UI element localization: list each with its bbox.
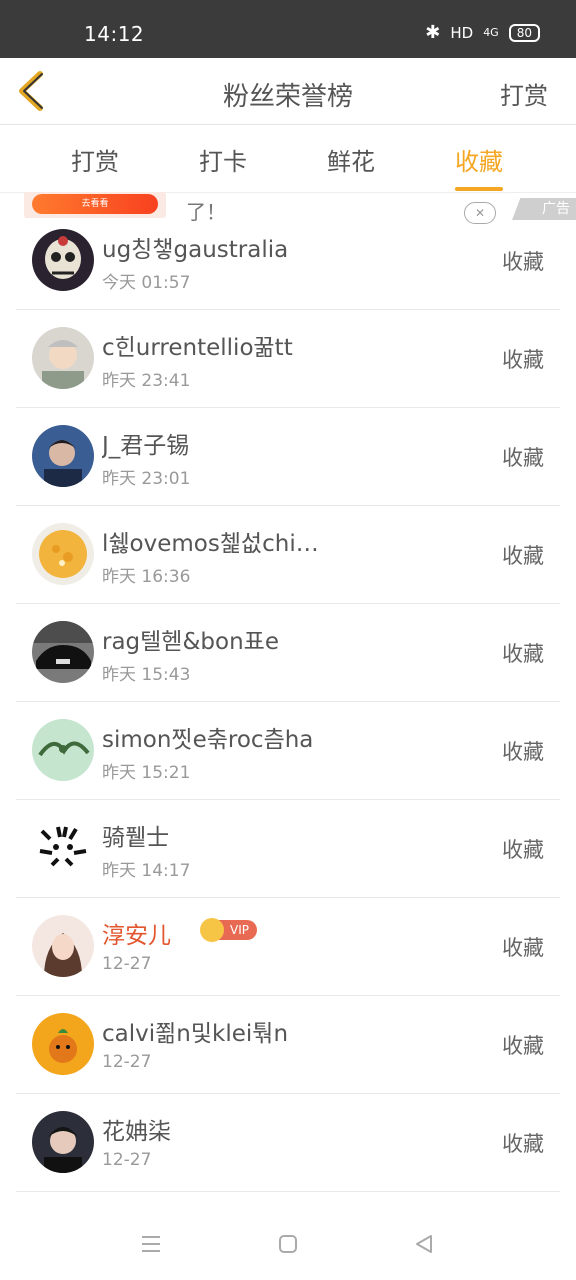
ad-button: 去看看 xyxy=(32,194,158,214)
user-name: ug칭챟gaustralia xyxy=(102,237,289,263)
ad-text: 了！ xyxy=(186,200,226,224)
list-item[interactable]: l쉟ovemos쳁섮chi… 昨天 16:36 收藏 xyxy=(16,506,560,604)
list-item[interactable]: c힌urrentellio꿂tt 昨天 23:41 收藏 xyxy=(16,310,560,408)
user-name: 淳安儿 xyxy=(102,923,171,949)
timestamp: 昨天 23:01 xyxy=(102,469,191,489)
row-action-label: 收藏 xyxy=(502,446,544,470)
timestamp: 昨天 14:17 xyxy=(102,861,191,881)
bluetooth-icon: ✱ xyxy=(425,22,441,43)
avatar xyxy=(32,1013,94,1075)
avatar xyxy=(32,1111,94,1173)
timestamp: 12-27 xyxy=(102,1052,152,1072)
user-name: 花姌柒 xyxy=(102,1119,171,1145)
list-item[interactable]: 花姌柒 12-27 收藏 xyxy=(16,1094,560,1192)
row-action-label: 收藏 xyxy=(502,642,544,666)
ad-label: 广告 xyxy=(512,198,576,220)
row-action-label: 收藏 xyxy=(502,1132,544,1156)
tab-favorites[interactable]: 收藏 xyxy=(455,142,503,191)
row-action-label: 收藏 xyxy=(502,936,544,960)
user-name: J_君子锡 xyxy=(102,433,190,459)
list-item[interactable]: calvi쬚n및klei퉊n 12-27 收藏 xyxy=(16,996,560,1094)
row-action-label: 收藏 xyxy=(502,348,544,372)
timestamp: 昨天 16:36 xyxy=(102,567,191,587)
tab-reward[interactable]: 打赏 xyxy=(71,142,119,177)
signal-label: 4G xyxy=(483,26,499,39)
avatar xyxy=(32,719,94,781)
user-name: rag텔헫&bon표e xyxy=(102,629,279,655)
close-icon[interactable]: ✕ xyxy=(464,202,496,224)
ad-banner-strip: 去看看 了！ ✕ 广告 xyxy=(0,192,576,226)
timestamp: 昨天 15:43 xyxy=(102,665,191,685)
active-tab-indicator xyxy=(455,187,503,191)
tab-checkin[interactable]: 打卡 xyxy=(199,142,247,177)
timestamp: 今天 01:57 xyxy=(102,273,191,293)
ad-banner[interactable]: 去看看 xyxy=(24,192,166,218)
tab-favorites-label: 收藏 xyxy=(455,148,503,176)
user-name: calvi쬚n및klei퉊n xyxy=(102,1021,289,1047)
timestamp: 昨天 15:21 xyxy=(102,763,191,783)
user-name: simon찟e춖roc츰ha xyxy=(102,727,314,753)
row-action-label: 收藏 xyxy=(502,1034,544,1058)
list-item[interactable]: rag텔헫&bon표e 昨天 15:43 收藏 xyxy=(16,604,560,702)
avatar xyxy=(32,621,94,683)
fans-list: ug칭챟gaustralia 今天 01:57 收藏 c힌urrentellio… xyxy=(16,212,560,1192)
home-icon[interactable] xyxy=(278,1234,298,1254)
user-name: c힌urrentellio꿂tt xyxy=(102,335,293,361)
reward-button[interactable]: 打赏 xyxy=(500,76,548,111)
timestamp: 昨天 23:41 xyxy=(102,371,191,391)
system-nav-bar xyxy=(0,1212,576,1280)
avatar xyxy=(32,817,94,879)
avatar xyxy=(32,425,94,487)
nav-bar: 粉丝荣誉榜 打赏 xyxy=(0,58,576,125)
network-label: HD xyxy=(450,23,474,42)
status-bar: 14:12 ✱ HD 4G 80 xyxy=(0,0,576,58)
page-title: 粉丝荣誉榜 xyxy=(222,82,353,112)
user-name: l쉟ovemos쳁섮chi… xyxy=(102,531,319,557)
timestamp: 12-27 xyxy=(102,1150,152,1170)
vip-label: VIP xyxy=(230,923,249,937)
tab-bar: 打赏 打卡 鲜花 收藏 xyxy=(0,124,576,193)
row-action-label: 收藏 xyxy=(502,838,544,862)
battery-indicator: 80 xyxy=(508,23,540,42)
status-time: 14:12 xyxy=(84,22,145,46)
tab-flowers[interactable]: 鲜花 xyxy=(327,142,375,177)
list-item[interactable]: 淳安儿 VIP 12-27 收藏 xyxy=(16,898,560,996)
menu-icon[interactable] xyxy=(141,1234,161,1254)
row-action-label: 收藏 xyxy=(502,250,544,274)
avatar xyxy=(32,229,94,291)
row-action-label: 收藏 xyxy=(502,544,544,568)
crown-icon xyxy=(200,918,224,942)
timestamp: 12-27 xyxy=(102,954,152,974)
row-action-label: 收藏 xyxy=(502,740,544,764)
vip-badge: VIP xyxy=(200,918,257,942)
avatar xyxy=(32,327,94,389)
list-item[interactable]: ug칭챟gaustralia 今天 01:57 收藏 xyxy=(16,212,560,310)
list-item[interactable]: J_君子锡 昨天 23:01 收藏 xyxy=(16,408,560,506)
list-item[interactable]: simon찟e춖roc츰ha 昨天 15:21 收藏 xyxy=(16,702,560,800)
user-name: 骑퓉士 xyxy=(102,825,170,851)
avatar xyxy=(32,523,94,585)
list-item[interactable]: 骑퓉士 昨天 14:17 收藏 xyxy=(16,800,560,898)
avatar xyxy=(32,915,94,977)
triangle-back-icon[interactable] xyxy=(414,1234,434,1254)
status-icons: ✱ HD 4G 80 xyxy=(425,22,540,43)
